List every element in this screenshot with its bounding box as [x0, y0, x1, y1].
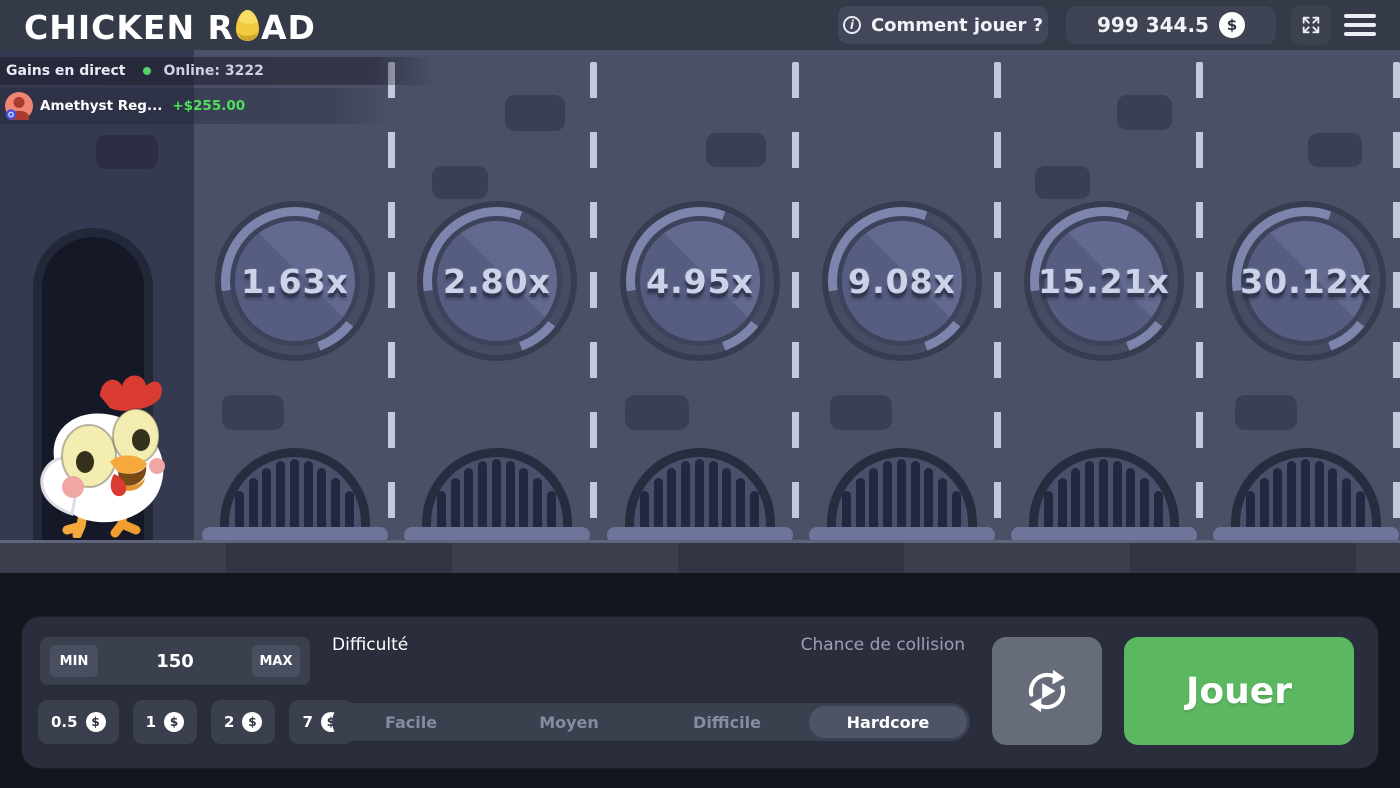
- road-patch: [830, 395, 892, 430]
- autoplay-icon: [1018, 662, 1076, 720]
- hamburger-icon: [1344, 14, 1376, 18]
- difficulty-label: Difficulté: [332, 635, 408, 655]
- road-patch: [625, 395, 689, 430]
- currency-coin-icon: $: [1219, 12, 1245, 38]
- logo-text-right: AD: [261, 8, 316, 47]
- menu-button[interactable]: [1344, 14, 1376, 36]
- live-wins-header: Gains en direct Online: 3222: [0, 57, 435, 85]
- multiplier-value: 2.80x: [417, 201, 577, 361]
- expand-icon: [1300, 14, 1322, 36]
- fullscreen-button[interactable]: [1291, 5, 1331, 45]
- app-logo: CHICKEN R AD: [24, 7, 316, 48]
- lane-divider: [590, 62, 597, 540]
- info-icon: i: [843, 16, 861, 34]
- curb: [0, 540, 1400, 573]
- control-panel: MIN 150 MAX 0.5 $ 1 $ 2 $ 7 $ Difficulté…: [22, 617, 1378, 768]
- online-dot-icon: [143, 67, 151, 75]
- logo-text-left: CHICKEN R: [24, 8, 234, 47]
- multiplier-tile: 30.12x: [1226, 201, 1386, 361]
- bet-amount-input[interactable]: 150: [98, 651, 252, 672]
- egg-icon: [235, 9, 260, 50]
- tab-hardcore[interactable]: Hardcore: [809, 706, 967, 738]
- tab-facile[interactable]: Facile: [332, 706, 490, 738]
- multiplier-tile: 1.63x: [215, 201, 375, 361]
- road-patch: [706, 133, 766, 167]
- bet-min-button[interactable]: MIN: [50, 645, 98, 677]
- tab-moyen[interactable]: Moyen: [490, 706, 648, 738]
- multiplier-tile: 9.08x: [822, 201, 982, 361]
- tab-difficile[interactable]: Difficile: [648, 706, 806, 738]
- coin-icon: $: [164, 712, 184, 732]
- lane-divider: [792, 62, 799, 540]
- difficulty-tabs: Facile Moyen Difficile Hardcore: [332, 703, 970, 741]
- chicken-road-app: 1.63x 2.80x 4.95x 9.08x 15.21x 30.12x Ga…: [0, 0, 1400, 788]
- quick-bet-2[interactable]: 2 $: [211, 700, 275, 744]
- autoplay-button[interactable]: [992, 637, 1102, 745]
- sewer-grate: [1213, 448, 1399, 543]
- quick-bet-0.5[interactable]: 0.5 $: [38, 700, 119, 744]
- quick-bet-1[interactable]: 1 $: [133, 700, 197, 744]
- chicken-character: [26, 366, 176, 542]
- multiplier-value: 30.12x: [1226, 201, 1386, 361]
- balance-display[interactable]: 999 344.5 $: [1066, 6, 1276, 44]
- lane-divider: [1196, 62, 1203, 540]
- online-count: Online: 3222: [163, 63, 263, 79]
- road-patch: [1117, 95, 1172, 130]
- quick-bet-chips: 0.5 $ 1 $ 2 $ 7 $: [38, 700, 354, 744]
- sewer-grate: [607, 448, 793, 543]
- multiplier-value: 4.95x: [620, 201, 780, 361]
- play-label: Jouer: [1186, 671, 1292, 712]
- road-patch: [96, 135, 158, 169]
- collision-chance-label: Chance de collision: [622, 635, 965, 655]
- top-bar: CHICKEN R AD i Comment jouer ? 999 344.5…: [0, 0, 1400, 50]
- sewer-grate: [809, 448, 995, 543]
- play-button[interactable]: Jouer: [1124, 637, 1354, 745]
- game-board: 1.63x 2.80x 4.95x 9.08x 15.21x 30.12x Ga…: [0, 50, 1400, 573]
- multiplier-value: 1.63x: [215, 201, 375, 361]
- win-amount: +$255.00: [172, 98, 245, 114]
- coin-icon: $: [242, 712, 262, 732]
- bet-amount-box: MIN 150 MAX: [40, 637, 310, 685]
- multiplier-tile: 2.80x: [417, 201, 577, 361]
- road-patch: [1035, 166, 1090, 199]
- balance-value: 999 344.5: [1097, 13, 1209, 37]
- multiplier-tile: 4.95x: [620, 201, 780, 361]
- lane-divider: [388, 62, 395, 540]
- player-name: Amethyst Reg...: [40, 98, 162, 114]
- road-patch: [432, 166, 488, 199]
- road-patch: [222, 395, 284, 430]
- road-patch: [1308, 133, 1362, 167]
- coin-icon: $: [86, 712, 106, 732]
- live-wins-title: Gains en direct: [6, 63, 125, 79]
- road-patch: [1235, 395, 1297, 430]
- player-avatar: [5, 92, 33, 120]
- bet-max-button[interactable]: MAX: [252, 645, 300, 677]
- multiplier-tile: 15.21x: [1024, 201, 1184, 361]
- multiplier-value: 15.21x: [1024, 201, 1184, 361]
- lane-divider: [994, 62, 1001, 540]
- road-patch: [505, 95, 565, 131]
- how-to-play-label: Comment jouer ?: [871, 15, 1043, 36]
- live-win-entry: Amethyst Reg... +$255.00: [0, 88, 390, 124]
- sewer-grate: [1011, 448, 1197, 543]
- how-to-play-button[interactable]: i Comment jouer ?: [838, 6, 1048, 44]
- sewer-grate: [202, 448, 388, 543]
- sewer-grate: [404, 448, 590, 543]
- multiplier-value: 9.08x: [822, 201, 982, 361]
